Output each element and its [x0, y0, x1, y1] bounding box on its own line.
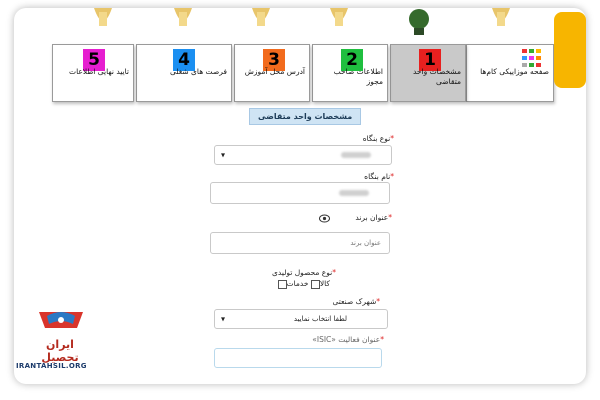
blurred-value [339, 190, 369, 196]
isic-input[interactable] [214, 348, 382, 368]
brand-label: *عنوان برند [355, 213, 392, 222]
checkbox-goods[interactable] [310, 279, 320, 289]
chevron-down-icon: ▾ [221, 150, 226, 160]
logo-name: ایران تحصیل [41, 338, 79, 364]
bulb-icon [174, 8, 192, 26]
unit-name-input[interactable] [210, 182, 390, 204]
step-label: اطلاعات صاحب مجوز [333, 67, 383, 86]
step-label: مشخصات واحد متقاضی [412, 67, 461, 86]
chevron-down-icon: ▾ [221, 314, 226, 324]
checkbox-services[interactable] [277, 279, 287, 289]
brand-input[interactable]: عنوان برند [210, 232, 390, 254]
product-type-label: *نوع محصول تولیدی [272, 268, 336, 277]
option-goods: کالا [310, 279, 330, 289]
active-bulb-icon [409, 9, 429, 35]
step-tile-1[interactable]: 1 مشخصات واحد متقاضی [390, 44, 466, 102]
unit-type-label: *نوع بنگاه [362, 134, 394, 143]
bulb-icon [94, 8, 112, 26]
step-tile-5[interactable]: 5 تایید نهایی اطلاعات [52, 44, 134, 102]
logo-url: IRANTAHSIL.ORG [16, 362, 87, 370]
bulb-icon [330, 8, 348, 26]
industrial-town-select[interactable]: لطفا انتخاب نمایید ▾ [214, 309, 388, 329]
step-tile-2[interactable]: 2 اطلاعات صاحب مجوز [312, 44, 388, 102]
page-title: مشخصات واحد متقاضی [249, 108, 362, 125]
brand-placeholder: عنوان برند [350, 239, 381, 247]
step-tile-4[interactable]: 4 فرصت های شغلی [136, 44, 232, 102]
eye-icon[interactable] [319, 214, 330, 223]
industrial-town-selected: لطفا انتخاب نمایید [293, 315, 347, 323]
option-services: خدمات [277, 279, 308, 289]
isic-label: *عنوان فعالیت «ISIC» [312, 335, 384, 344]
blurred-value [341, 152, 371, 158]
unit-type-select[interactable]: ▾ [214, 145, 392, 165]
bulb-icon [252, 8, 270, 26]
bulb-icon [492, 8, 510, 26]
mosaic-icon [522, 49, 541, 67]
unit-name-label: *نام بنگاه [364, 172, 394, 181]
step-label: صفحه موزاییکی کام‌ها [480, 67, 549, 76]
step-tile-home[interactable]: صفحه موزاییکی کام‌ها [466, 44, 554, 102]
step-label: فرصت های شغلی [170, 67, 227, 76]
step-label: آدرس محل آموزش [244, 67, 305, 76]
industrial-town-label: *شهرک صنعتی [332, 297, 381, 306]
step-tile-3[interactable]: 3 آدرس محل آموزش [234, 44, 310, 102]
step-label: تایید نهایی اطلاعات [69, 67, 129, 76]
decorative-tab [554, 12, 586, 88]
product-type-options: کالا خدمات [277, 279, 330, 289]
